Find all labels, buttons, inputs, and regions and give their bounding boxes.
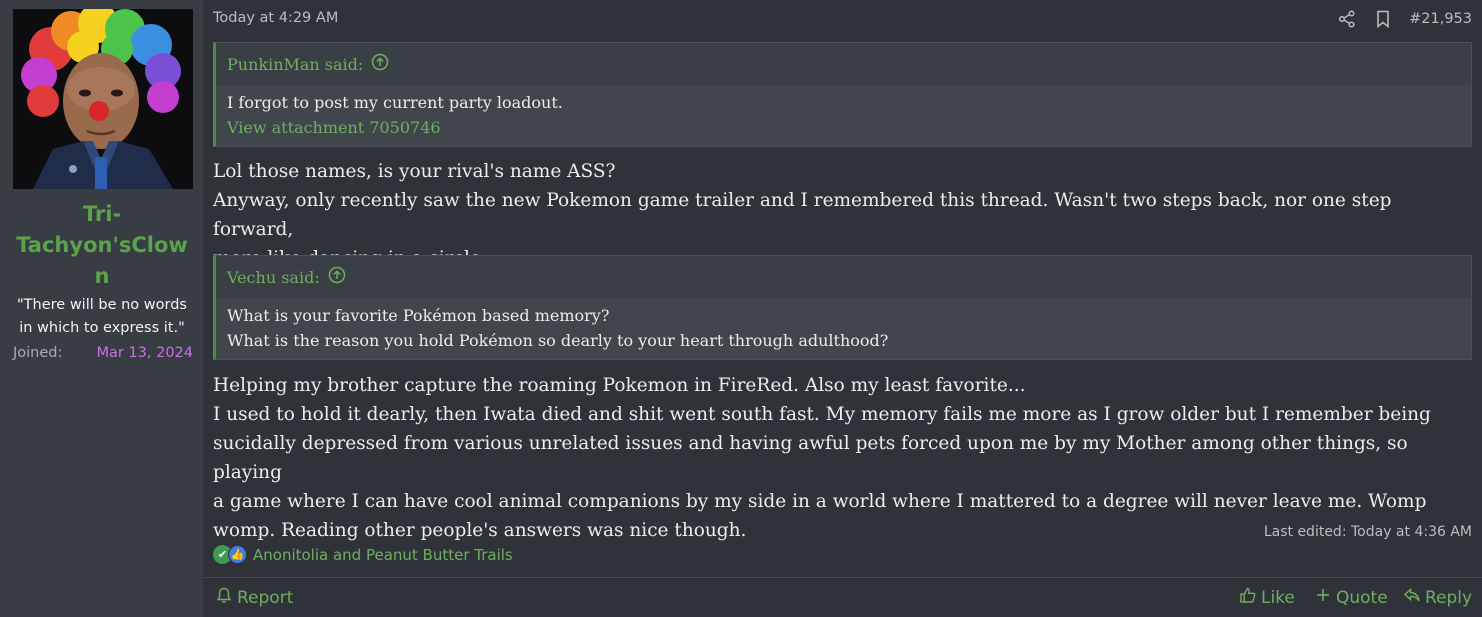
quote-button[interactable]: Quote [1314,586,1388,609]
report-label: Report [237,587,294,608]
username-line: Tachyon'sClow [16,233,188,257]
quote-header[interactable]: PunkinMan said: [216,43,1471,85]
thumbs-up-icon [1239,586,1257,609]
quote-body: I forgot to post my current party loadou… [216,85,1471,146]
username-line: n [94,264,110,288]
post-date[interactable]: Today at 4:29 AM [213,10,338,26]
message-line: Anyway, only recently saw the new Pokemo… [213,190,1392,240]
bookmark-icon[interactable] [1373,9,1393,29]
post-actions: Report Like Quote Reply [203,578,1482,617]
share-icon[interactable] [1337,9,1357,29]
quote-block: PunkinMan said: I forgot to post my curr… [213,42,1472,147]
user-title: "There will be no words in which to expr… [6,294,198,340]
quote-author[interactable]: PunkinMan said: [227,55,363,74]
last-edited: Last edited: Today at 4:36 AM [1263,524,1472,540]
plus-icon [1314,586,1332,609]
quote-header[interactable]: Vechu said: [216,256,1471,298]
joined-date: Mar 13, 2024 [96,345,193,361]
post-message: Helping my brother capture the roaming P… [213,371,1472,545]
username[interactable]: Tri- Tachyon'sClow n [6,199,198,292]
quote-body: What is your favorite Pokémon based memo… [216,298,1471,359]
user-info-panel: Tri- Tachyon'sClow n "There will be no w… [0,0,203,617]
message-line: a game where I can have cool animal comp… [213,491,1427,512]
user-title-line: in which to express it." [19,320,185,336]
quote-text: What is the reason you hold Pokémon so d… [227,331,889,350]
joined-label: Joined: [13,345,63,361]
post-tools: #21,953 [1321,9,1472,29]
like-label: Like [1261,587,1295,608]
username-line: Tri- [82,202,122,226]
quote-block: Vechu said: What is your favorite Pokémo… [213,255,1472,360]
message-line: sucidally depressed from various unrelat… [213,433,1408,483]
like-button[interactable]: Like [1239,586,1295,609]
post-number[interactable]: #21,953 [1409,11,1472,27]
reactions-bar[interactable]: ✔ 👍 Anonitolia and Peanut Butter Trails [213,545,513,564]
post-content: Today at 4:29 AM #21,953 PunkinMan said: [203,0,1482,617]
quote-author[interactable]: Vechu said: [227,268,320,287]
quote-text: What is your favorite Pokémon based memo… [227,306,610,325]
reply-label: Reply [1425,587,1473,608]
message-line: I used to hold it dearly, then Iwata die… [213,404,1431,425]
reply-arrow-icon [1403,586,1421,609]
report-button[interactable]: Report [215,586,293,609]
quote-arrow-up-icon[interactable] [371,53,389,75]
user-avatar[interactable] [13,9,193,189]
avatar-image [13,9,193,189]
quote-text: I forgot to post my current party loadou… [227,93,563,112]
reply-button[interactable]: Reply [1403,586,1472,609]
quote-arrow-up-icon[interactable] [328,266,346,288]
user-title-line: "There will be no words [17,297,187,313]
quote-label: Quote [1336,587,1388,608]
reaction-users[interactable]: Anonitolia and Peanut Butter Trails [253,546,513,564]
like-reaction-icon: 👍 [228,545,247,564]
message-line: Lol those names, is your rival's name AS… [213,161,616,182]
attachment-link[interactable]: View attachment 7050746 [227,115,1460,140]
bell-icon [215,586,233,609]
message-line: Helping my brother capture the roaming P… [213,375,1026,396]
